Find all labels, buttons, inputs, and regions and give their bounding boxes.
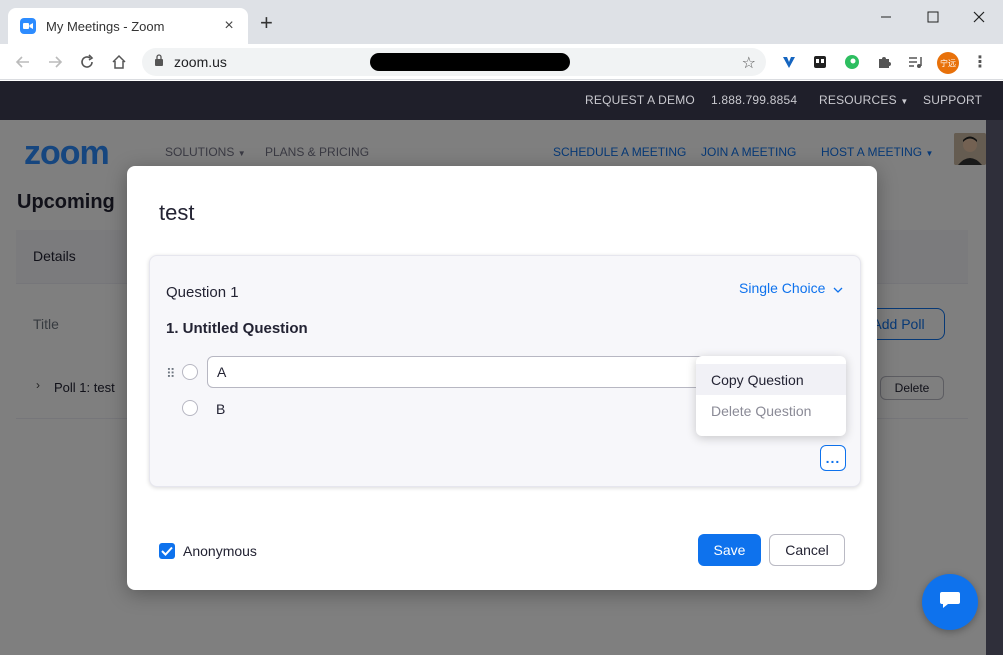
browser-tabstrip: My Meetings - Zoom × +: [0, 0, 1003, 44]
copy-question-item[interactable]: Copy Question: [696, 364, 846, 395]
forward-icon[interactable]: [44, 51, 66, 73]
address-bar[interactable]: zoom.us ☆: [142, 48, 766, 76]
resources-link[interactable]: RESOURCES ▼: [819, 93, 909, 107]
request-demo-link[interactable]: REQUEST A DEMO: [585, 93, 695, 107]
tab-title: My Meetings - Zoom: [46, 18, 165, 34]
browser-toolbar: zoom.us ☆ 宁远 ⋮: [0, 44, 1003, 80]
tab-close-icon[interactable]: ×: [220, 18, 238, 34]
minimize-icon[interactable]: [866, 6, 906, 28]
redacted-url-bar: [370, 53, 570, 71]
zoom-topbar: REQUEST A DEMO 1.888.799.8854 RESOURCES …: [0, 81, 1003, 120]
browser-tab[interactable]: My Meetings - Zoom ×: [8, 8, 248, 44]
chevron-down-icon: ▼: [900, 97, 909, 106]
delete-question-item[interactable]: Delete Question: [696, 395, 846, 426]
anonymous-checkbox[interactable]: [159, 543, 175, 559]
url-text: zoom.us: [174, 54, 227, 70]
browser-menu-icon[interactable]: ⋮: [971, 53, 989, 71]
question-type-value: Single Choice: [739, 280, 826, 296]
lock-icon: [154, 53, 164, 71]
question-context-menu: Copy Question Delete Question: [696, 356, 846, 436]
cancel-button[interactable]: Cancel: [769, 534, 845, 566]
media-control-icon[interactable]: [906, 53, 924, 71]
home-icon[interactable]: [108, 51, 130, 73]
reload-icon[interactable]: [76, 51, 98, 73]
evernote-icon[interactable]: [843, 53, 861, 71]
question-type-select[interactable]: Single Choice: [739, 280, 843, 296]
option-a-radio[interactable]: [182, 364, 198, 380]
new-tab-icon[interactable]: +: [260, 12, 273, 34]
more-options-button[interactable]: ...: [820, 445, 846, 471]
anonymous-label: Anonymous: [183, 543, 257, 559]
chat-bubble-icon: [939, 590, 961, 615]
save-button[interactable]: Save: [698, 534, 761, 566]
question-text[interactable]: 1. Untitled Question: [166, 320, 308, 337]
extensions-puzzle-icon[interactable]: [875, 53, 893, 71]
bookmark-star-icon[interactable]: ☆: [742, 53, 756, 73]
maximize-icon[interactable]: [913, 6, 953, 28]
option-a-input[interactable]: [207, 356, 727, 388]
extension-v-icon[interactable]: [780, 53, 798, 71]
page-scrollbar[interactable]: [986, 120, 1003, 655]
extension-board-icon[interactable]: [811, 53, 829, 71]
support-link[interactable]: SUPPORT: [923, 93, 982, 107]
option-b-radio[interactable]: [182, 400, 198, 416]
profile-avatar[interactable]: 宁远: [937, 52, 959, 74]
window-close-icon[interactable]: [959, 6, 999, 28]
drag-handle-icon[interactable]: ⠿: [166, 366, 175, 382]
question-label: Question 1: [166, 284, 239, 301]
chat-button[interactable]: [922, 574, 978, 630]
back-icon[interactable]: [12, 51, 34, 73]
chevron-down-icon: [833, 280, 843, 296]
resources-label: RESOURCES: [819, 93, 897, 107]
anonymous-toggle[interactable]: Anonymous: [159, 543, 257, 559]
phone-link[interactable]: 1.888.799.8854: [711, 93, 797, 107]
modal-title: test: [159, 200, 195, 225]
zoom-favicon-icon: [20, 18, 36, 34]
option-b-text[interactable]: B: [216, 401, 225, 417]
